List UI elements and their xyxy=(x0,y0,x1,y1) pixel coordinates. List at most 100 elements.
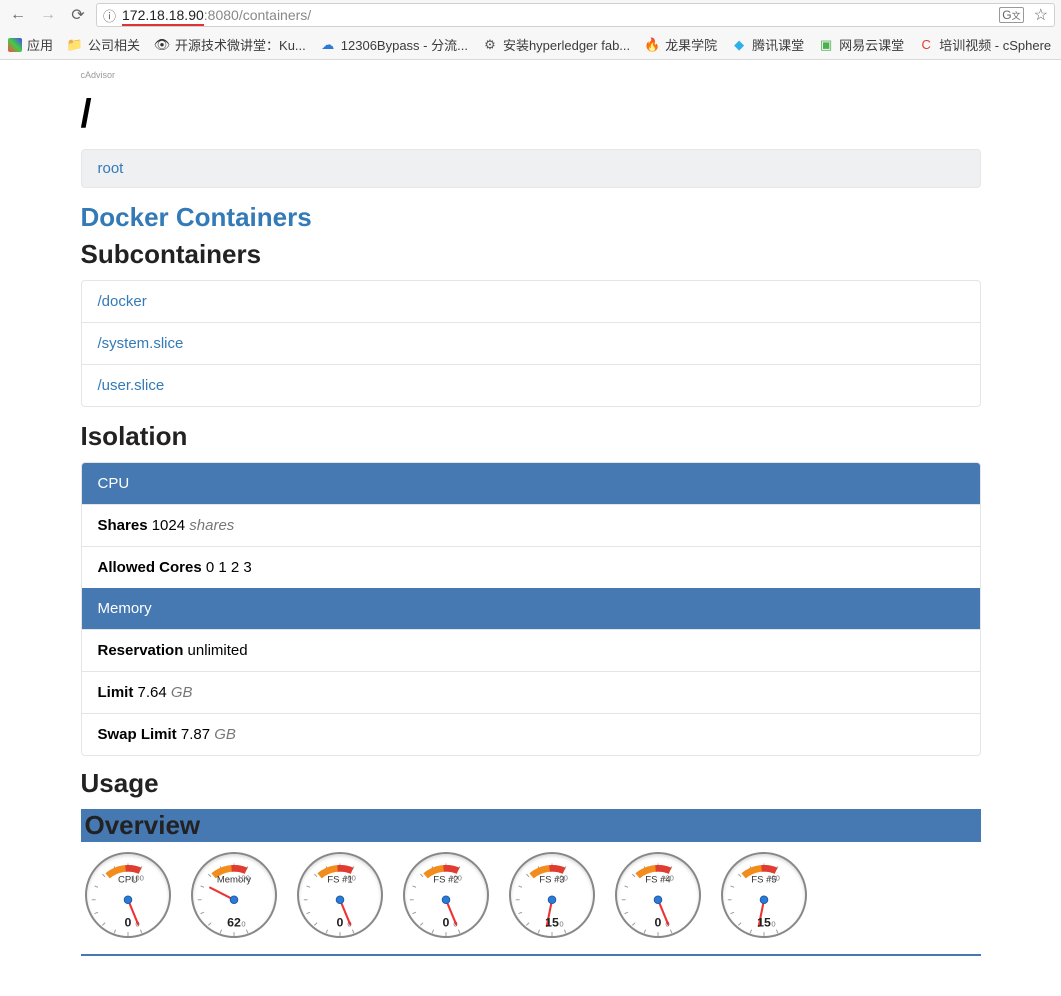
address-bar[interactable]: ⓘ 172.18.18.90:8080/containers/ G文 ☆ xyxy=(96,3,1055,27)
svg-text:0: 0 xyxy=(559,919,563,928)
bookmark-label: 网易云课堂 xyxy=(839,35,904,54)
cpu-panel-heading: CPU xyxy=(82,463,980,504)
bookmark-icon: ▣ xyxy=(818,37,834,53)
url-host: 172.18.18.90 xyxy=(122,7,204,26)
page-title: / xyxy=(81,86,981,149)
subcontainers-heading: Subcontainers xyxy=(81,239,981,270)
url-text: 172.18.18.90:8080/containers/ xyxy=(122,7,999,23)
site-info-icon[interactable]: ⓘ xyxy=(103,6,116,25)
swap-row: Swap Limit 7.87 GB xyxy=(82,713,980,755)
bookmark-icon: ◆ xyxy=(731,37,747,53)
svg-text:15: 15 xyxy=(757,915,771,929)
svg-text:0: 0 xyxy=(336,915,343,929)
bookmark-item[interactable]: C 培训视频 - cSphere xyxy=(918,35,1051,54)
bookmark-icon: 👁 xyxy=(154,37,170,53)
overview-heading: Overview xyxy=(81,809,981,842)
bookmark-label: 培训视频 - cSphere xyxy=(939,35,1051,54)
svg-text:0: 0 xyxy=(442,915,449,929)
translate-icon[interactable]: G文 xyxy=(999,7,1023,23)
gauge: FS #1 0 100 0 xyxy=(297,852,383,938)
bookmark-icon: ☁ xyxy=(320,37,336,53)
swap-label: Swap Limit xyxy=(98,726,177,743)
svg-text:100: 100 xyxy=(661,874,674,883)
overview-gauges: CPU 0 100 0 Memory 0 100 62 FS #1 0 100 … xyxy=(81,842,981,948)
docker-containers-link[interactable]: Docker Containers xyxy=(81,202,981,233)
bookmark-item[interactable]: 📁 公司相关 xyxy=(67,35,140,54)
swap-value: 7.87 xyxy=(181,726,210,743)
allowed-cores-row: Allowed Cores 0 1 2 3 xyxy=(82,546,980,588)
usage-heading: Usage xyxy=(81,768,981,799)
apps-icon xyxy=(8,38,22,52)
url-port: :8080 xyxy=(204,7,239,23)
browser-toolbar: ← → ⟳ ⓘ 172.18.18.90:8080/containers/ G文… xyxy=(0,0,1061,30)
back-button[interactable]: ← xyxy=(6,6,30,24)
svg-text:0: 0 xyxy=(241,919,245,928)
bookmark-label: 12306Bypass - 分流... xyxy=(341,35,468,54)
memory-panel-heading: Memory xyxy=(82,588,980,629)
svg-text:100: 100 xyxy=(237,874,250,883)
subcontainer-link[interactable]: /user.slice xyxy=(98,377,165,394)
reservation-label: Reservation xyxy=(98,642,184,659)
gauge: CPU 0 100 0 xyxy=(85,852,171,938)
chart-divider xyxy=(81,954,981,956)
bookmark-item[interactable]: ⚙安装hyperledger fab... xyxy=(482,35,630,54)
svg-text:15: 15 xyxy=(545,915,559,929)
isolation-heading: Isolation xyxy=(81,421,981,452)
bookmark-icon: 📁 xyxy=(67,37,83,53)
list-item: /user.slice xyxy=(82,364,980,406)
subcontainer-link[interactable]: /docker xyxy=(98,293,147,310)
shares-unit: shares xyxy=(189,517,234,534)
gauge: FS #4 0 100 0 xyxy=(615,852,701,938)
bookmark-label: 龙果学院 xyxy=(665,35,717,54)
bookmark-item[interactable]: ☁ 12306Bypass - 分流... xyxy=(320,35,468,54)
bookmark-label: 开源技术微讲堂：Ku... xyxy=(175,35,306,54)
svg-text:0: 0 xyxy=(771,919,775,928)
bookmarks-bar: 应用 📁 公司相关 👁 开源技术微讲堂：Ku... ☁ 12306Bypass - 分流.… xyxy=(0,30,1061,60)
limit-value: 7.64 xyxy=(138,684,167,701)
reload-button[interactable]: ⟳ xyxy=(66,5,90,25)
svg-text:100: 100 xyxy=(131,874,144,883)
limit-unit: GB xyxy=(171,684,193,701)
svg-text:0: 0 xyxy=(654,915,661,929)
bookmark-item[interactable]: ▣ 网易云课堂 xyxy=(818,35,904,54)
bookmark-star-icon[interactable]: ☆ xyxy=(1034,5,1048,25)
subcontainer-list: /docker/system.slice/user.slice xyxy=(81,280,981,407)
gauge: Memory 0 100 62 xyxy=(191,852,277,938)
gauge: FS #5 0 100 15 xyxy=(721,852,807,938)
apps-shortcut[interactable]: 应用 xyxy=(8,35,53,54)
url-path: /containers/ xyxy=(239,7,311,23)
svg-text:100: 100 xyxy=(343,874,356,883)
bookmark-icon: C xyxy=(918,37,934,53)
page-content: cAdvisor / root Docker Containers Subcon… xyxy=(81,60,981,966)
svg-text:62: 62 xyxy=(227,915,241,929)
cpu-panel: CPU Shares 1024 shares Allowed Cores 0 1… xyxy=(81,462,981,756)
breadcrumb: root xyxy=(81,149,981,188)
breadcrumb-root-link[interactable]: root xyxy=(98,160,124,177)
shares-label: Shares xyxy=(98,517,148,534)
svg-text:100: 100 xyxy=(767,874,780,883)
gauge: FS #2 0 100 0 xyxy=(403,852,489,938)
allowed-cores-label: Allowed Cores xyxy=(98,559,202,576)
bookmark-label: 公司相关 xyxy=(88,35,140,54)
bookmark-item[interactable]: 👁 开源技术微讲堂：Ku... xyxy=(154,35,306,54)
svg-text:0: 0 xyxy=(124,915,131,929)
bookmark-label: 腾讯课堂 xyxy=(752,35,804,54)
limit-row: Limit 7.64 GB xyxy=(82,671,980,713)
reservation-row: Reservation unlimited xyxy=(82,629,980,671)
shares-value: 1024 xyxy=(152,517,185,534)
bookmark-item[interactable]: ◆ 腾讯课堂 xyxy=(731,35,804,54)
list-item: /docker xyxy=(82,281,980,322)
subcontainer-link[interactable]: /system.slice xyxy=(98,335,184,352)
bookmark-icon: 🔥 xyxy=(644,37,660,53)
apps-label: 应用 xyxy=(27,35,53,54)
list-item: /system.slice xyxy=(82,322,980,364)
bookmark-item[interactable]: 🔥 龙果学院 xyxy=(644,35,717,54)
svg-text:100: 100 xyxy=(449,874,462,883)
bookmark-label: 安装hyperledger fab... xyxy=(503,35,630,54)
cpu-shares-row: Shares 1024 shares xyxy=(82,504,980,546)
brand-logo: cAdvisor xyxy=(81,68,981,86)
forward-button[interactable]: → xyxy=(36,6,60,24)
gauge: FS #3 0 100 15 xyxy=(509,852,595,938)
reservation-value: unlimited xyxy=(188,642,248,659)
allowed-cores-value: 0 1 2 3 xyxy=(206,559,252,576)
